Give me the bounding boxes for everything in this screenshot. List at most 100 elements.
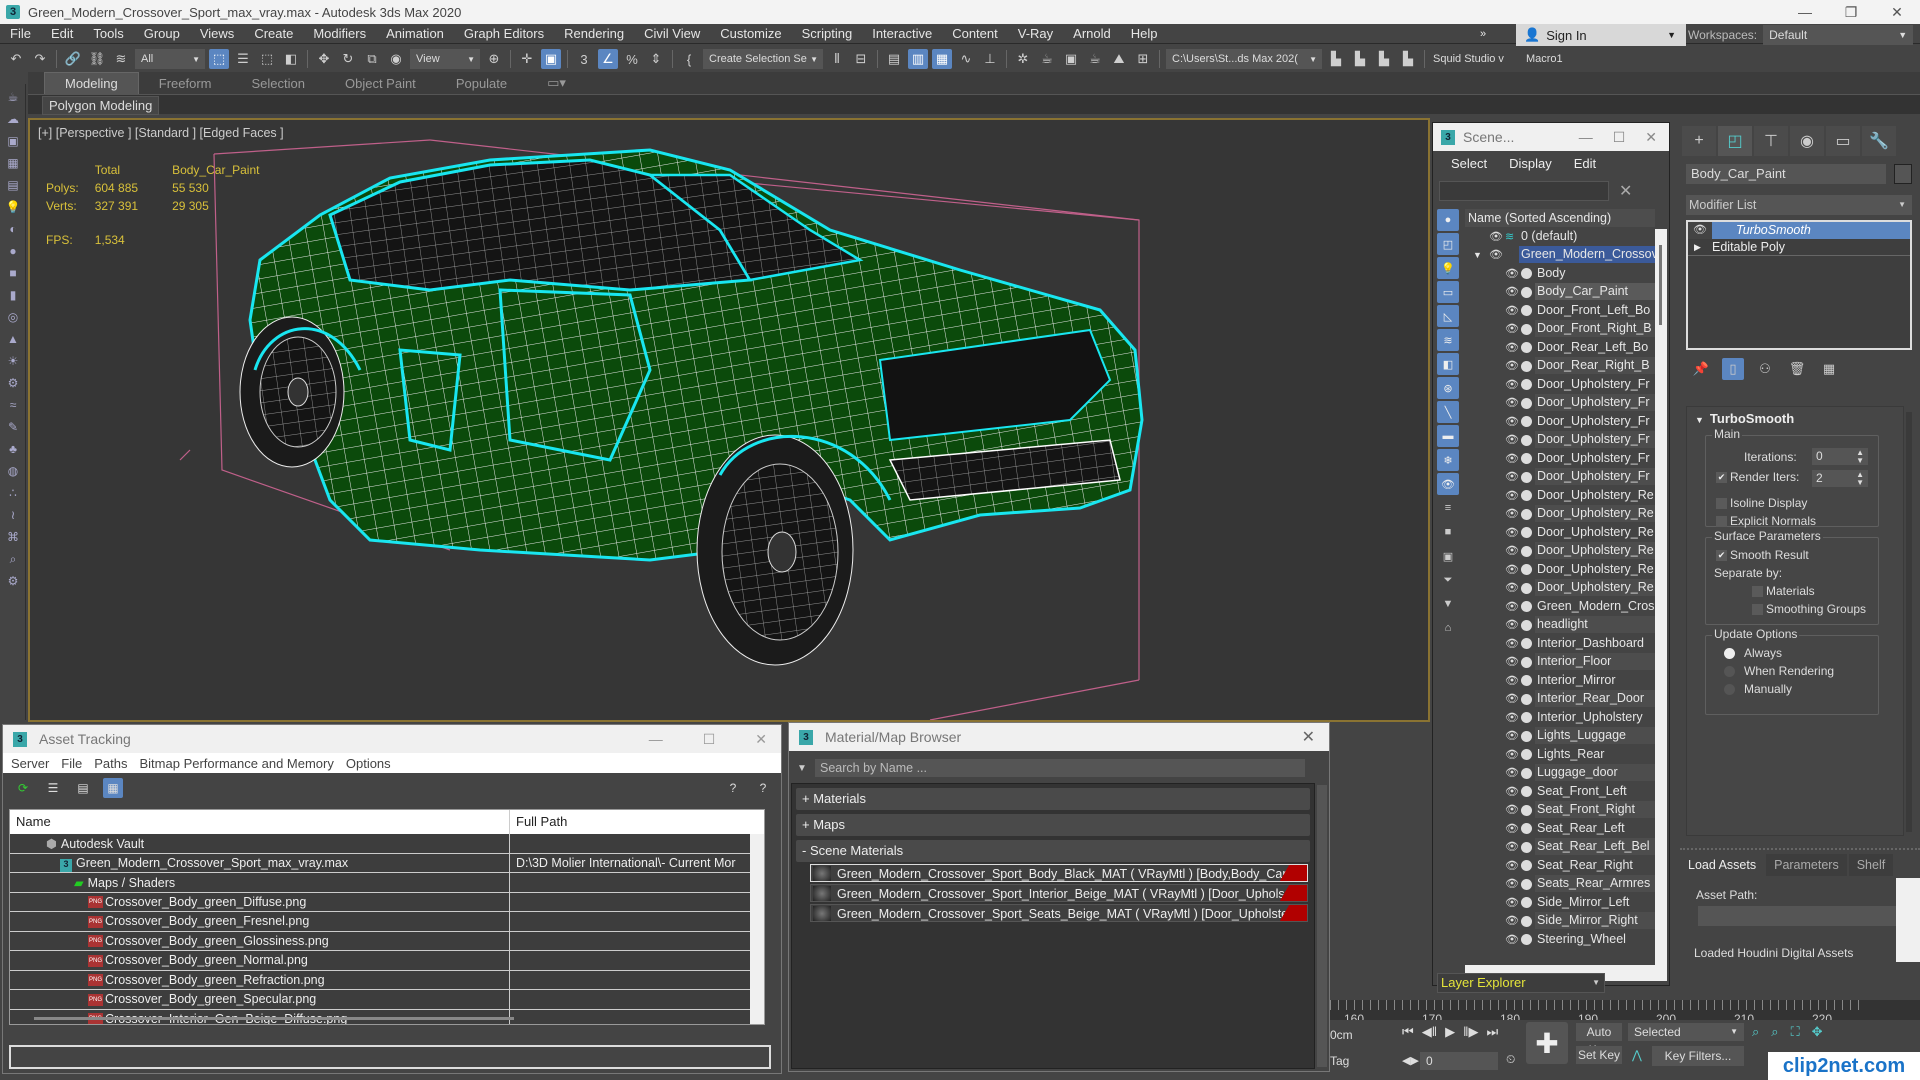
go-to-end-icon[interactable]: ⏭ xyxy=(1486,1024,1498,1040)
rollout-scrollbar[interactable] xyxy=(1906,412,1912,832)
display-none-icon[interactable]: ■ xyxy=(1437,521,1459,543)
scene-item[interactable]: 👁 Interior_Dashboard xyxy=(1465,634,1655,653)
update-when-rendering-radio[interactable] xyxy=(1724,666,1735,677)
named-selection-dropdown[interactable]: Create Selection Se ▼ xyxy=(703,49,823,69)
asset-row[interactable]: PNG Crossover_Body_green_Fresnel.png xyxy=(10,912,764,932)
eye-icon[interactable]: 👁 xyxy=(1505,785,1519,798)
tab-selection[interactable]: Selection xyxy=(232,73,325,94)
menu-civil-view[interactable]: Civil View xyxy=(634,26,710,41)
eye-icon[interactable]: 👁 xyxy=(1505,914,1519,927)
spinner-snap-icon[interactable]: ⇕ xyxy=(646,49,666,69)
create-project-icon[interactable]: ▙ xyxy=(1374,49,1394,69)
help-icon[interactable]: ? xyxy=(723,778,743,798)
current-frame-spinner[interactable]: 0 xyxy=(1420,1052,1498,1070)
camera-icon[interactable]: ◐ xyxy=(3,220,23,238)
mirror-icon[interactable]: ⫴ xyxy=(827,49,847,69)
eye-icon[interactable]: 👁 xyxy=(1505,359,1519,372)
asset-tracking-titlebar[interactable]: 3 Asset Tracking — ☐ ✕ xyxy=(3,725,781,753)
close-button[interactable]: ✕ xyxy=(1645,129,1657,146)
select-object-icon[interactable]: ⬚ xyxy=(209,49,229,69)
edit-named-selection-icon[interactable]: { xyxy=(679,49,699,69)
eye-icon[interactable]: 👁 xyxy=(1505,507,1519,520)
tab-object-paint[interactable]: Object Paint xyxy=(325,73,436,94)
calendar-icon[interactable]: ▦ xyxy=(3,154,23,172)
scene-item[interactable]: 👁 headlight xyxy=(1465,616,1655,635)
object-name-field[interactable]: Body_Car_Paint xyxy=(1686,164,1886,184)
globe-icon[interactable]: ◍ xyxy=(3,462,23,480)
zoom-extents-icon[interactable]: ⛶ xyxy=(1791,1024,1800,1040)
selection-filter-dropdown[interactable]: All ▼ xyxy=(135,49,205,69)
refresh-icon[interactable]: ⟳ xyxy=(13,778,33,798)
render-iters-spinner[interactable]: 2 ▲ ▼ xyxy=(1812,470,1868,487)
settings-icon[interactable]: ⚙ xyxy=(3,572,23,590)
display-containers-icon[interactable]: ▬ xyxy=(1437,425,1459,447)
set-key-big-button[interactable]: ✚ xyxy=(1526,1022,1568,1064)
menu-create[interactable]: Create xyxy=(244,26,303,41)
eye-icon[interactable]: 👁 xyxy=(1505,452,1519,465)
utilities-tab-icon[interactable]: 🔧 xyxy=(1862,126,1896,156)
gear-icon[interactable]: ⚙ xyxy=(3,374,23,392)
eye-icon[interactable]: 👁 xyxy=(1505,563,1519,576)
eye-icon[interactable]: 👁 xyxy=(1505,489,1519,502)
play-icon[interactable]: ▶ xyxy=(1445,1024,1455,1040)
minimize-button[interactable]: — xyxy=(1782,0,1828,24)
torus-icon[interactable]: ◎ xyxy=(3,308,23,326)
sphere-icon[interactable]: ● xyxy=(3,242,23,260)
maximize-button[interactable]: ☐ xyxy=(703,731,716,748)
scene-item[interactable]: 👁 Door_Front_Right_B xyxy=(1465,320,1655,339)
menu-server[interactable]: Server xyxy=(11,756,49,771)
menu-customize[interactable]: Customize xyxy=(710,26,791,41)
key-filters-button[interactable]: Key Filters... xyxy=(1652,1046,1744,1066)
asset-status-field[interactable] xyxy=(9,1045,771,1069)
render-production-icon[interactable]: ☕ xyxy=(1085,49,1105,69)
eye-icon[interactable]: 👁 xyxy=(1505,433,1519,446)
toggle-layer-explorer-icon[interactable]: ▥ xyxy=(908,49,928,69)
whats-this-icon[interactable]: ? xyxy=(753,778,773,798)
close-button[interactable]: ✕ xyxy=(755,731,767,748)
asset-row[interactable]: PNG Crossover_Body_green_Refraction.png xyxy=(10,970,764,990)
iterations-spinner[interactable]: 0 ▲ ▼ xyxy=(1812,448,1868,465)
eye-icon[interactable]: 👁 xyxy=(1505,322,1519,335)
eye-icon[interactable]: 👁 xyxy=(1505,711,1519,724)
scene-item[interactable]: 👁 Door_Upholstery_Fr xyxy=(1465,412,1655,431)
filter-icon[interactable]: ▼ xyxy=(1437,593,1459,615)
toggle-ribbon-icon[interactable]: ▦ xyxy=(932,49,952,69)
asset-row[interactable]: PNG Crossover_Body_green_Glossiness.png xyxy=(10,931,764,951)
minimize-button[interactable]: — xyxy=(1579,129,1593,145)
remove-modifier-icon[interactable]: 🗑 xyxy=(1786,358,1808,380)
material-editor-icon[interactable]: ✲ xyxy=(1013,49,1033,69)
scene-item[interactable]: 👁 Interior_Upholstery xyxy=(1465,708,1655,727)
schematic-view-icon[interactable]: ⊥ xyxy=(980,49,1000,69)
spinner-arrows-icon[interactable]: ▲ ▼ xyxy=(1856,449,1864,465)
reference-coord-dropdown[interactable]: View ▼ xyxy=(410,49,480,69)
layer-row[interactable]: ▼ 👁 ≋ Green_Modern_Crossov xyxy=(1465,246,1655,265)
explorer-type-dropdown[interactable]: Layer Explorer ▼ xyxy=(1437,973,1605,993)
render-in-cloud-icon[interactable]: ⊞ xyxy=(1133,49,1153,69)
scene-item[interactable]: 👁 Door_Upholstery_Fr xyxy=(1465,375,1655,394)
search-icon[interactable]: ⌕ xyxy=(3,550,23,568)
menu-edit[interactable]: Edit xyxy=(41,26,83,41)
scene-vertical-scrollbar[interactable] xyxy=(1655,229,1667,965)
eye-icon[interactable]: 👁 xyxy=(1505,692,1519,705)
menu-select[interactable]: Select xyxy=(1451,156,1487,171)
stack-item-editable-poly[interactable]: ▶ Editable Poly xyxy=(1688,239,1910,256)
eye-icon[interactable]: 👁 xyxy=(1505,803,1519,816)
options-triangle-icon[interactable]: ▼ xyxy=(797,763,807,774)
tree-view-icon[interactable]: ▤ xyxy=(73,778,93,798)
scene-item[interactable]: 👁 Door_Upholstery_Re xyxy=(1465,542,1655,561)
project-path-dropdown[interactable]: C:\Users\St...ds Max 202(▼ xyxy=(1166,49,1322,69)
eye-icon[interactable]: 👁 xyxy=(1489,230,1503,243)
stack-item-turbosmooth[interactable]: 👁 TurboSmooth xyxy=(1688,222,1910,239)
scene-item[interactable]: 👁 Body_Car_Paint xyxy=(1465,283,1655,302)
menu-scripting[interactable]: Scripting xyxy=(792,26,863,41)
spinner-arrows-icon[interactable]: ▲ ▼ xyxy=(1856,471,1864,487)
eye-icon[interactable]: 👁 xyxy=(1688,222,1712,239)
eye-icon[interactable]: 👁 xyxy=(1505,766,1519,779)
scene-item[interactable]: 👁 Door_Front_Left_Bo xyxy=(1465,301,1655,320)
scene-item[interactable]: 👁 Door_Upholstery_Fr xyxy=(1465,431,1655,450)
render-iterative-icon[interactable]: ⛰ xyxy=(1109,49,1129,69)
display-frozen-icon[interactable]: 👁 xyxy=(1437,473,1459,495)
display-tab-icon[interactable]: ▭ xyxy=(1826,126,1860,156)
particles-icon[interactable]: ∴ xyxy=(3,484,23,502)
eye-icon[interactable]: 👁 xyxy=(1505,267,1519,280)
